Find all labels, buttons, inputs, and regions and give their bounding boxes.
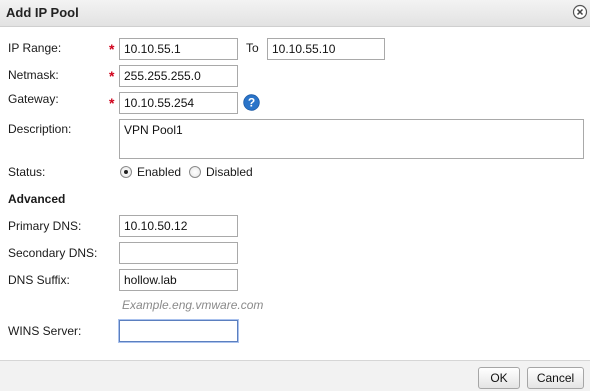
secondary-dns-input[interactable] [119, 242, 238, 264]
status-disabled-radio[interactable] [189, 166, 201, 178]
netmask-required-marker: * [109, 68, 115, 84]
status-enabled-option[interactable]: Enabled [120, 164, 181, 180]
dialog-title: Add IP Pool [6, 5, 79, 20]
ok-button[interactable]: OK [478, 367, 520, 389]
description-textarea[interactable]: VPN Pool1 [119, 119, 584, 159]
advanced-section-heading: Advanced [8, 192, 66, 206]
dialog-titlebar: Add IP Pool [0, 0, 590, 27]
gateway-required-marker: * [109, 95, 115, 111]
dns-suffix-label: DNS Suffix: [8, 273, 70, 287]
status-disabled-option[interactable]: Disabled [189, 164, 253, 180]
netmask-label: Netmask: [8, 68, 59, 82]
dns-suffix-input[interactable] [119, 269, 238, 291]
status-disabled-label: Disabled [206, 165, 253, 179]
dialog-footer: OK Cancel [0, 360, 590, 391]
primary-dns-input[interactable] [119, 215, 238, 237]
gateway-input[interactable] [119, 92, 238, 114]
help-icon[interactable]: ? [243, 94, 260, 111]
ip-range-end-input[interactable] [267, 38, 385, 60]
gateway-label: Gateway: [8, 92, 59, 106]
ip-range-start-input[interactable] [119, 38, 238, 60]
status-enabled-label: Enabled [137, 165, 182, 179]
ip-range-required-marker: * [109, 41, 115, 57]
netmask-input[interactable] [119, 65, 238, 87]
wins-server-label: WINS Server: [8, 324, 82, 338]
ip-range-to-label: To [246, 41, 259, 55]
status-enabled-radio[interactable] [120, 166, 132, 178]
wins-server-input[interactable] [119, 320, 238, 342]
close-icon[interactable] [572, 4, 588, 20]
ip-range-label: IP Range: [8, 41, 62, 55]
secondary-dns-label: Secondary DNS: [8, 246, 98, 260]
description-label: Description: [8, 122, 72, 136]
dns-suffix-hint: Example.eng.vmware.com [122, 298, 264, 312]
status-label: Status: [8, 165, 46, 179]
primary-dns-label: Primary DNS: [8, 219, 82, 233]
cancel-button[interactable]: Cancel [527, 367, 584, 389]
svg-text:?: ? [248, 96, 255, 110]
